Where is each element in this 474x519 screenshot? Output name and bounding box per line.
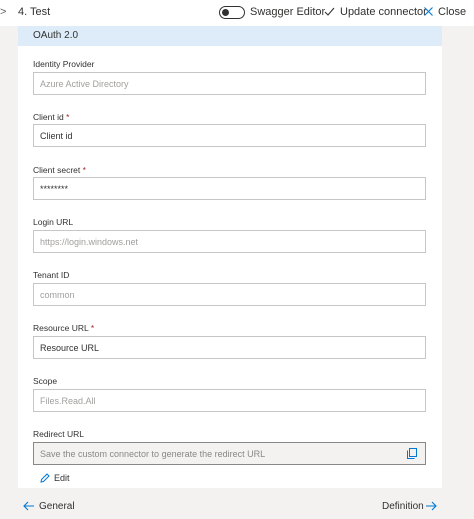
toggle-knob [222, 9, 229, 16]
update-connector-button[interactable]: Update connector [340, 6, 427, 18]
step-label[interactable]: 4. Test [18, 6, 50, 18]
top-bar: > 4. Test Swagger Editor Update connecto… [0, 0, 474, 26]
tenant-id-input[interactable]: common [33, 283, 426, 306]
client-secret-input[interactable]: ******** [33, 177, 426, 200]
panel-header: OAuth 2.0 [18, 26, 442, 46]
client-secret-label: Client secret * [33, 165, 86, 175]
scope-input[interactable]: Files.Read.All [33, 389, 426, 412]
swagger-editor-label[interactable]: Swagger Editor [250, 6, 325, 18]
redirect-url-placeholder: Save the custom connector to generate th… [40, 449, 266, 459]
copy-icon[interactable] [407, 448, 417, 459]
arrow-left-icon[interactable] [23, 501, 35, 511]
swagger-editor-toggle[interactable] [219, 6, 245, 19]
scope-label: Scope [33, 376, 58, 386]
identity-provider-label: Identity Provider [33, 59, 95, 69]
resource-url-input[interactable]: Resource URL [33, 336, 426, 359]
resource-url-label: Resource URL * [33, 323, 95, 333]
next-definition-button[interactable]: Definition [382, 501, 424, 512]
edit-button[interactable]: Edit [40, 473, 70, 483]
client-id-input[interactable]: Client id [33, 124, 426, 147]
back-general-button[interactable]: General [39, 501, 75, 512]
oauth-panel: OAuth 2.0 Identity Provider Azure Active… [18, 26, 442, 488]
login-url-label: Login URL [33, 217, 74, 227]
chevron-right-icon[interactable]: > [0, 6, 6, 18]
arrow-right-icon[interactable] [425, 501, 437, 511]
close-icon[interactable] [424, 7, 433, 16]
identity-provider-select[interactable]: Azure Active Directory [33, 72, 426, 95]
close-button[interactable]: Close [438, 6, 466, 18]
redirect-url-label: Redirect URL [33, 429, 85, 439]
pencil-icon [40, 473, 50, 483]
edit-label: Edit [54, 473, 70, 483]
tenant-id-label: Tenant ID [33, 270, 70, 280]
checkmark-icon[interactable] [324, 6, 335, 17]
redirect-url-input: Save the custom connector to generate th… [33, 442, 426, 465]
client-id-label: Client id * [33, 112, 70, 122]
footer-nav: General Definition [0, 496, 474, 519]
login-url-input[interactable]: https://login.windows.net [33, 230, 426, 253]
